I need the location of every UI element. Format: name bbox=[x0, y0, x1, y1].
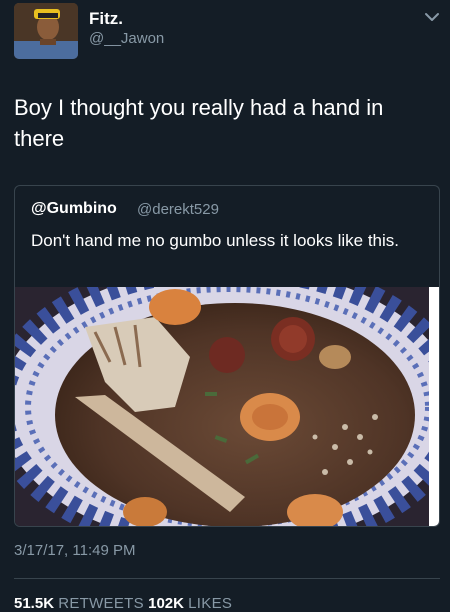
quoted-tweet[interactable]: @Gumbino @derekt529 Don't hand me no gum… bbox=[14, 185, 440, 287]
tweet-stats: 51.5K RETWEETS 102K LIKES bbox=[14, 595, 232, 612]
author-handle[interactable]: @__Jawon bbox=[89, 30, 164, 47]
quoted-author-name: @Gumbino bbox=[31, 200, 117, 217]
quoted-tweet-text: Don't hand me no gumbo unless it looks l… bbox=[31, 231, 399, 250]
author-display-name[interactable]: Fitz. bbox=[89, 9, 123, 29]
divider bbox=[14, 578, 440, 579]
gumbo-photo bbox=[15, 287, 439, 526]
chevron-down-icon[interactable] bbox=[424, 10, 440, 24]
quoted-tweet-image[interactable] bbox=[14, 287, 440, 527]
avatar-image bbox=[14, 3, 78, 59]
likes-label[interactable]: LIKES bbox=[188, 595, 232, 612]
retweets-count[interactable]: 51.5K bbox=[14, 595, 54, 612]
tweet-text: Boy I thought you really had a hand in t… bbox=[14, 95, 384, 151]
avatar[interactable] bbox=[14, 3, 78, 59]
tweet-timestamp[interactable]: 3/17/17, 11:49 PM bbox=[14, 542, 135, 559]
quoted-author-handle: @derekt529 bbox=[137, 201, 219, 218]
retweets-label[interactable]: RETWEETS bbox=[58, 595, 144, 612]
likes-count[interactable]: 102K bbox=[148, 595, 184, 612]
